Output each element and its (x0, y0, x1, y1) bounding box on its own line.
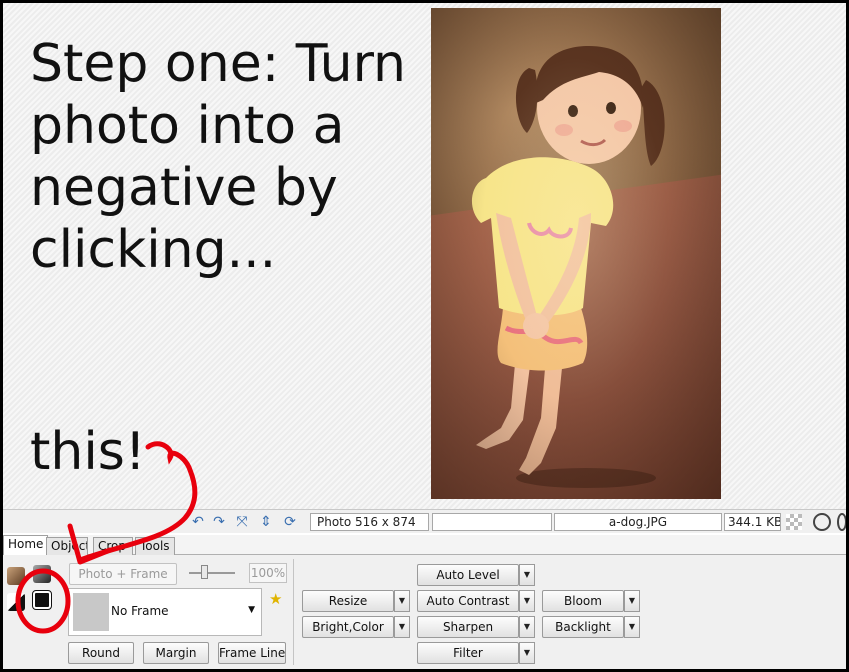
panel-divider (293, 559, 294, 665)
auto-level-dropdown[interactable]: ▼ (519, 564, 535, 586)
frame-slider-thumb[interactable] (201, 565, 208, 579)
tab-tools[interactable]: Tools (135, 537, 175, 555)
photo-canvas[interactable] (431, 8, 721, 499)
bloom-button[interactable]: Bloom (542, 590, 624, 612)
home-panel: Photo + Frame 100% No Frame ▼ ★ Round Ma… (3, 555, 846, 669)
tab-crop[interactable]: Crop (93, 537, 133, 555)
instruction-text: Step one: Turn photo into a negative by … (30, 34, 406, 280)
instruction-tail-text: this! (30, 422, 146, 482)
photo-frame-button[interactable]: Photo + Frame (69, 563, 177, 585)
filter-dropdown[interactable]: ▼ (519, 642, 535, 664)
photo-vignette (431, 8, 721, 499)
round-button[interactable]: Round (68, 642, 134, 664)
refresh-icon[interactable]: ⟳ (281, 514, 299, 530)
backlight-button[interactable]: Backlight (542, 616, 624, 638)
filter-button[interactable]: Filter (417, 642, 519, 664)
filesize-field: 344.1 KB (724, 513, 781, 531)
resize-dropdown[interactable]: ▼ (394, 590, 410, 612)
frame-line-button[interactable]: Frame Line (218, 642, 286, 664)
status-toolbar: ↶ ↷ ⤧ ⇕ ⟳ Photo 516 x 874 a-dog.JPG 344.… (3, 509, 846, 533)
sharpen-dropdown[interactable]: ▼ (519, 616, 535, 638)
frame-select-value: No Frame (111, 604, 169, 618)
filename-field: a-dog.JPG (554, 513, 722, 531)
rotate-right-icon[interactable]: ↷ (210, 514, 228, 530)
bright-color-dropdown[interactable]: ▼ (394, 616, 410, 638)
status-blank-field (432, 513, 552, 531)
tab-object[interactable]: Object (46, 537, 88, 555)
margin-button[interactable]: Margin (143, 642, 209, 664)
frame-percent-field[interactable]: 100% (249, 563, 287, 583)
actual-size-icon[interactable]: ⇕ (257, 514, 275, 530)
bw-tool-icon[interactable] (7, 593, 25, 611)
bright-color-button[interactable]: Bright,Color (302, 616, 394, 638)
bloom-dropdown[interactable]: ▼ (624, 590, 640, 612)
frame-select[interactable]: No Frame ▼ (68, 588, 262, 636)
chevron-down-icon: ▼ (248, 605, 255, 615)
fit-window-icon[interactable]: ⤧ (233, 514, 251, 530)
frame-preview (73, 593, 109, 631)
sharpen-button[interactable]: Sharpen (417, 616, 519, 638)
auto-contrast-button[interactable]: Auto Contrast (417, 590, 519, 612)
negative-tool-icon[interactable] (32, 590, 52, 610)
screenshot-frame: Step one: Turn photo into a negative by … (3, 3, 846, 669)
auto-contrast-dropdown[interactable]: ▼ (519, 590, 535, 612)
resize-button[interactable]: Resize (302, 590, 394, 612)
sepia-tool-icon[interactable] (7, 567, 25, 585)
grayscale-tool-icon[interactable] (33, 565, 51, 583)
zoom-icon[interactable] (813, 513, 831, 531)
canvas-area: Step one: Turn photo into a negative by … (3, 3, 846, 509)
rotate-left-icon[interactable]: ↶ (189, 514, 207, 530)
tab-bar: Home Object Crop Tools (3, 535, 846, 556)
frame-slider-track (189, 572, 235, 574)
auto-level-button[interactable]: Auto Level (417, 564, 519, 586)
backlight-dropdown[interactable]: ▼ (624, 616, 640, 638)
zoom-extra-icon[interactable] (837, 513, 846, 531)
star-icon[interactable]: ★ (269, 590, 282, 608)
tab-home[interactable]: Home (3, 535, 49, 556)
photo-info-field: Photo 516 x 874 (310, 513, 429, 531)
transparency-icon[interactable] (786, 514, 802, 530)
